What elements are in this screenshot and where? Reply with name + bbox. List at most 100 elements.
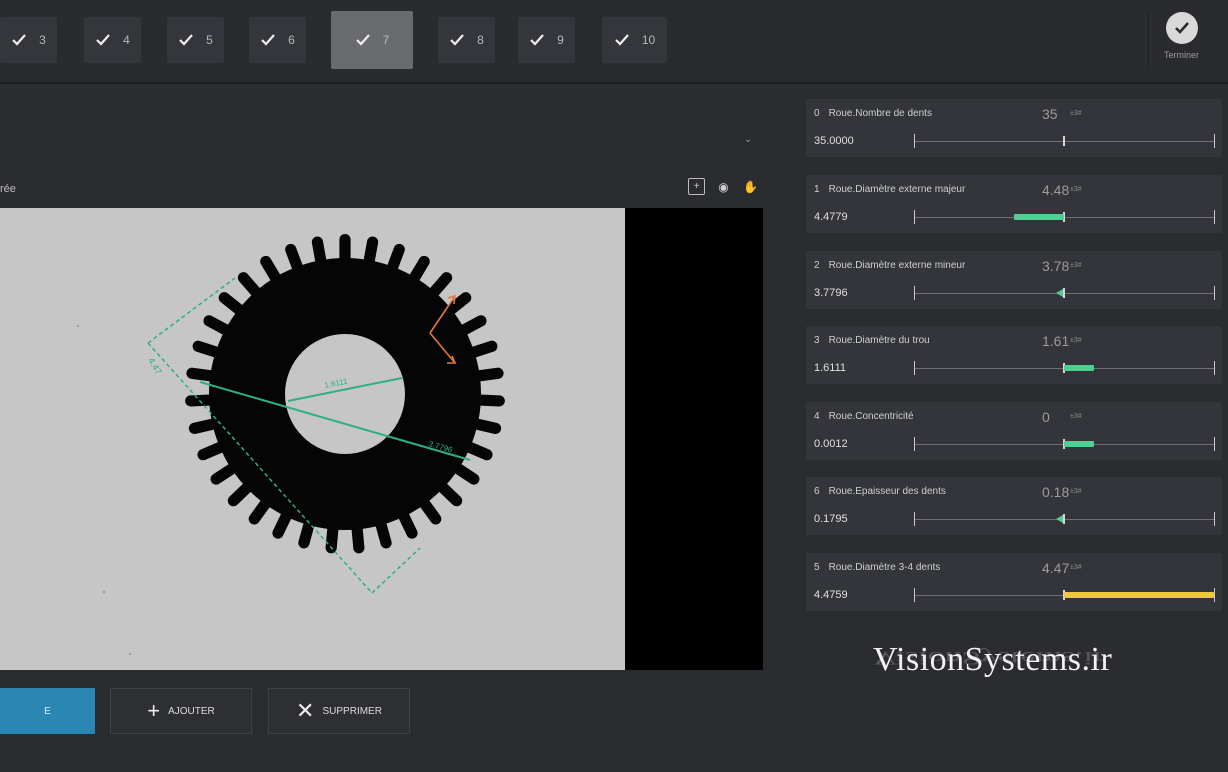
- measurement-value: 0.1795: [814, 513, 848, 525]
- measurement-name: Roue.Nombre de dents: [828, 108, 932, 119]
- lower-limit-tick: [914, 286, 915, 300]
- check-circle-icon: [1165, 12, 1198, 44]
- measurement-nominal: 0: [1042, 409, 1050, 425]
- step-6[interactable]: 6: [249, 17, 306, 63]
- measurement-value: 35.0000: [814, 135, 854, 147]
- span-guide-bottom: [371, 547, 421, 594]
- measurement-id: 4: [814, 411, 820, 422]
- lower-limit-tick: [914, 512, 915, 526]
- check-icon: [530, 34, 544, 46]
- camera-image[interactable]: 1.6111 3.7796 4.47: [0, 208, 625, 670]
- measurement-row[interactable]: 3 Roue.Diamètre du trou 1.61 ±3# 1.6111: [806, 326, 1222, 384]
- deviation-bar: [1064, 441, 1094, 447]
- measurement-id: 3: [814, 335, 820, 346]
- measurement-header: 1 Roue.Diamètre externe majeur: [814, 184, 965, 195]
- step-3[interactable]: 3: [0, 17, 57, 63]
- measurement-row[interactable]: 2 Roue.Diamètre externe mineur 3.78 ±3# 3.77…: [806, 251, 1222, 309]
- upper-limit-tick: [1214, 286, 1215, 300]
- plus-icon: +: [147, 698, 161, 723]
- deviation-bar: [1064, 365, 1094, 371]
- delete-button[interactable]: ✕ SUPPRIMER: [268, 688, 410, 734]
- upper-limit-tick: [1214, 512, 1215, 526]
- measurement-row[interactable]: 4 Roue.Concentricité 0 ±3# 0.0012: [806, 402, 1222, 460]
- measurement-row[interactable]: 6 Roue.Epaisseur des dents 0.18 ±3# 0.1795: [806, 477, 1222, 535]
- step-number: 9: [557, 33, 564, 47]
- measurement-row[interactable]: 5 Roue.Diamètre 3-4 dents 4.47 ±3# 4.4759: [806, 553, 1222, 611]
- gear-tooth: [468, 394, 505, 407]
- upper-limit-tick: [1214, 437, 1215, 451]
- measurement-tolerance: ±3#: [1070, 262, 1082, 269]
- primary-button[interactable]: E: [0, 688, 95, 734]
- measurement-value: 1.6111: [814, 362, 847, 374]
- check-icon: [355, 34, 370, 46]
- step-8[interactable]: 8: [438, 17, 495, 63]
- measurement-header: 6 Roue.Epaisseur des dents: [814, 486, 946, 497]
- upper-limit-tick: [1214, 588, 1215, 602]
- chevron-down-icon[interactable]: ⌄: [744, 134, 752, 145]
- step-5[interactable]: 5: [167, 17, 224, 63]
- measurement-nominal: 4.48: [1042, 182, 1070, 198]
- measurement-header: 5 Roue.Diamètre 3-4 dents: [814, 562, 940, 573]
- step-number: 3: [39, 33, 46, 47]
- check-icon: [179, 34, 193, 46]
- measurement-nominal: 4.47: [1042, 560, 1070, 576]
- gear-tooth: [185, 394, 222, 407]
- step-number: 8: [477, 33, 484, 47]
- step-number: 7: [382, 33, 390, 47]
- step-number: 6: [288, 33, 295, 47]
- step-9[interactable]: 9: [518, 17, 575, 63]
- measurement-header: 3 Roue.Diamètre du trou: [814, 335, 930, 346]
- measurement-tolerance: ±3#: [1070, 413, 1082, 420]
- step-number: 10: [641, 33, 656, 47]
- measurement-tolerance: ±3#: [1070, 488, 1082, 495]
- image-margin: [625, 208, 763, 670]
- measurement-id: 5: [814, 562, 820, 573]
- measurement-header: 4 Roue.Concentricité: [814, 411, 914, 422]
- deviation-bar: [1064, 592, 1214, 598]
- view-title: rée: [0, 183, 16, 195]
- measurement-id: 1: [814, 184, 820, 195]
- lower-limit-tick: [914, 361, 915, 375]
- nominal-tick: [1063, 136, 1065, 146]
- step-number: 5: [206, 33, 213, 47]
- check-icon: [96, 34, 110, 46]
- step-4[interactable]: 4: [84, 17, 141, 63]
- upper-limit-tick: [1214, 210, 1215, 224]
- measurement-name: Roue.Diamètre 3-4 dents: [828, 562, 941, 573]
- fit-view-icon[interactable]: +: [688, 178, 705, 195]
- deviation-marker: [1056, 515, 1063, 523]
- check-icon: [261, 34, 275, 46]
- nominal-tick: [1063, 288, 1065, 298]
- lower-limit-tick: [914, 210, 915, 224]
- measurement-tolerance: ±3#: [1070, 337, 1082, 344]
- measurement-name: Roue.Concentricité: [828, 411, 914, 422]
- close-icon: ✕: [296, 698, 315, 723]
- layers-icon[interactable]: ◉: [715, 178, 732, 195]
- deviation-marker: [1056, 289, 1063, 297]
- step-number: 4: [123, 33, 130, 47]
- measurement-name: Roue.Diamètre externe majeur: [828, 184, 966, 195]
- finish-button[interactable]: Terminer: [1148, 12, 1214, 70]
- measurement-row[interactable]: 0 Roue.Nombre de dents 35 ±3# 35.0000: [806, 99, 1222, 157]
- measurement-header: 0 Roue.Nombre de dents: [814, 108, 932, 119]
- measurement-header: 2 Roue.Diamètre externe mineur: [814, 260, 965, 271]
- add-button[interactable]: + AJOUTER: [110, 688, 252, 734]
- measurement-value: 0.0012: [814, 438, 848, 450]
- measurement-id: 2: [814, 260, 820, 271]
- measurement-name: Roue.Diamètre du trou: [828, 335, 930, 346]
- lower-limit-tick: [914, 588, 915, 602]
- deviation-bar: [1014, 214, 1064, 220]
- measurement-name: Roue.Diamètre externe mineur: [828, 260, 966, 271]
- step-7[interactable]: 7: [331, 11, 413, 69]
- measurement-nominal: 3.78: [1042, 258, 1070, 274]
- gear-tooth: [339, 234, 351, 270]
- measurement-value: 4.4779: [814, 211, 848, 223]
- hand-pan-icon[interactable]: ✋: [742, 178, 759, 195]
- step-bar: 3 4 5 6 7 8 9 10 Terminer: [0, 0, 1228, 84]
- measurement-tolerance: ±3#: [1070, 564, 1082, 571]
- step-10[interactable]: 10: [602, 17, 667, 63]
- span-label: 4.47: [146, 356, 163, 376]
- measurement-row[interactable]: 1 Roue.Diamètre externe majeur 4.48 ±3# 4.47…: [806, 175, 1222, 233]
- measurement-tolerance: ±3#: [1070, 186, 1082, 193]
- watermark-reflection: VisionSystems.ir: [873, 647, 1105, 668]
